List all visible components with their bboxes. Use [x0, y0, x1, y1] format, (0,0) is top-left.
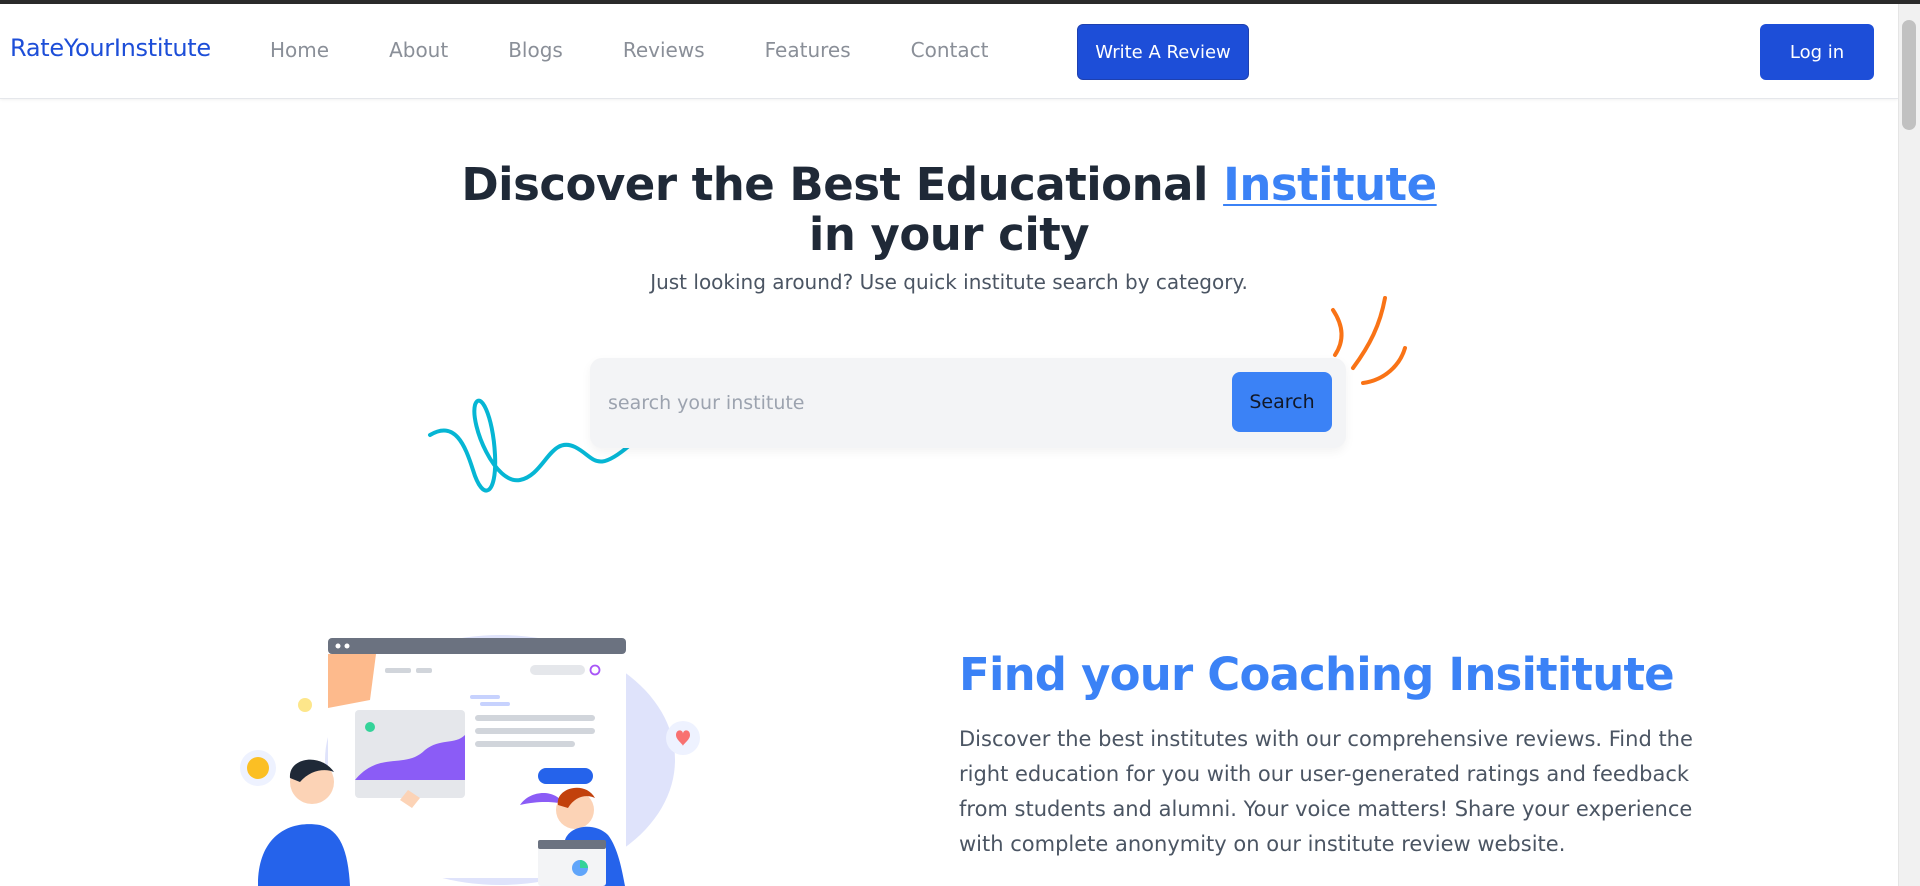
navbar: RateYourInstitute Home About Blogs Revie…	[0, 4, 1898, 99]
hero-title-part2: in your city	[808, 208, 1090, 261]
brand-logo[interactable]: RateYourInstitute	[10, 34, 211, 62]
hero-title-accent[interactable]: Institute	[1223, 158, 1437, 211]
hero-title: Discover the Best Educational Institute …	[0, 160, 1898, 260]
education-illustration	[240, 635, 700, 886]
nav-link-contact[interactable]: Contact	[911, 38, 989, 62]
nav-link-about[interactable]: About	[389, 38, 448, 62]
hero-subtitle: Just looking around? Use quick institute…	[650, 270, 1248, 294]
feature-description: Discover the best institutes with our co…	[959, 727, 1693, 856]
nav-links: Home About Blogs Reviews Features Contac…	[270, 38, 988, 62]
search-button[interactable]: Search	[1232, 372, 1332, 432]
scrollbar-thumb[interactable]	[1902, 20, 1916, 130]
nav-link-reviews[interactable]: Reviews	[623, 38, 705, 62]
nav-link-features[interactable]: Features	[765, 38, 851, 62]
hero-title-part1: Discover the Best Educational	[461, 158, 1224, 211]
feature-title: Find your Coaching Insititute	[959, 648, 1675, 701]
search-bar: Search	[590, 358, 1346, 448]
scrollbar-track[interactable]	[1898, 4, 1920, 886]
nav-link-home[interactable]: Home	[270, 38, 329, 62]
search-input[interactable]	[608, 380, 1198, 426]
nav-link-blogs[interactable]: Blogs	[508, 38, 563, 62]
write-review-button[interactable]: Write A Review	[1077, 24, 1249, 80]
login-button[interactable]: Log in	[1760, 24, 1874, 80]
